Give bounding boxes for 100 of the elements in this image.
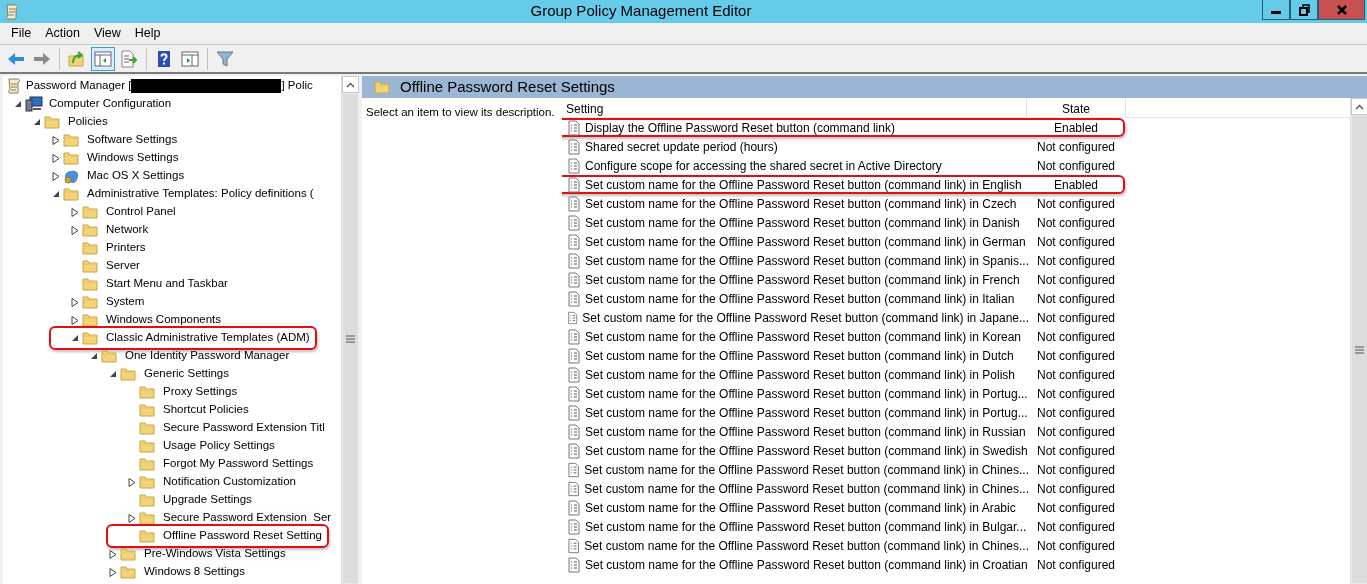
state-text: Not configured	[1035, 271, 1116, 289]
tree-item[interactable]: Password Manager [	[26, 77, 132, 95]
state-text: Not configured	[1035, 385, 1116, 403]
setting-name: Set custom name for the Offline Password Reset button (command link) in Italian	[585, 290, 1015, 308]
setting-name: Set custom name for the Offline Password Reset button (command link) in Russian	[585, 423, 1026, 441]
list-row[interactable]: Set custom name for the Offline Password Reset button (command link) in Chines... Not configured	[562, 479, 1125, 498]
tree-item[interactable]: Shortcut Policies	[160, 400, 252, 420]
list-row[interactable]: Set custom name for the Offline Password Reset button (command link) in Swedish Not configured	[562, 441, 1125, 460]
state-text: Enabled	[1052, 119, 1099, 137]
pane-title: Offline Password Reset Settings	[400, 76, 615, 97]
tree-item[interactable]: Windows Components	[103, 310, 225, 330]
tree-item[interactable]: Secure Password Extension Titl	[160, 418, 328, 438]
tree-item[interactable]: Computer Configuration	[46, 94, 175, 114]
setting-name: Set custom name for the Offline Password Reset button (command link) in Croatian	[585, 556, 1028, 574]
list-row[interactable]: Set custom name for the Offline Password Reset button (command link) in French Not configured	[562, 270, 1125, 289]
state-text: Not configured	[1035, 309, 1116, 327]
list-row[interactable]: Set custom name for the Offline Password Reset button (command link) in Portug... Not configured	[562, 384, 1125, 403]
state-text: Not configured	[1035, 499, 1116, 517]
list-row[interactable]: Set custom name for the Offline Password Reset button (command link) in German Not configured	[562, 232, 1125, 251]
state-text: Enabled	[1052, 176, 1099, 194]
setting-name: Set custom name for the Offline Password Reset button (command link) in Arabic	[585, 499, 1016, 517]
tree-item[interactable]: Control Panel	[103, 202, 179, 222]
state-text: Not configured	[1035, 252, 1116, 270]
setting-name: Set custom name for the Offline Password Reset button (command link) in English	[585, 176, 1022, 194]
menu-item[interactable]: File	[4, 24, 39, 43]
list-row[interactable]: Set custom name for the Offline Password Reset button (command link) in Korean Not configured	[562, 327, 1125, 346]
list-row[interactable]: Display the Offline Password Reset button (command link) Enabled	[562, 118, 1125, 137]
list-row[interactable]: Set custom name for the Offline Password Reset button (command link) in Arabic Not configured	[562, 498, 1125, 517]
list-row[interactable]: Set custom name for the Offline Password Reset button (command link) in Chines... Not configured	[562, 460, 1125, 479]
list-row[interactable]: Set custom name for the Offline Password Reset button (command link) in Italian Not configured	[562, 289, 1125, 308]
tree-item[interactable]: Usage Policy Settings	[160, 436, 278, 456]
tree-item[interactable]: Generic Settings	[141, 364, 232, 384]
menu-item[interactable]: Help	[127, 24, 168, 43]
list-row[interactable]: Shared secret update period (hours) Not configured	[562, 137, 1125, 156]
state-text: Not configured	[1035, 423, 1116, 441]
list-row[interactable]: Set custom name for the Offline Password Reset button (command link) in Polish Not configured	[562, 365, 1125, 384]
setting-name: Set custom name for the Offline Password Reset button (command link) in Chines...	[584, 480, 1029, 498]
setting-name: Set custom name for the Offline Password Reset button (command link) in Portug...	[585, 404, 1028, 422]
list-row[interactable]: Set custom name for the Offline Password Reset button (command link) in Dutch Not configured	[562, 346, 1125, 365]
list-row[interactable]: Set custom name for the Offline Password Reset button (command link) in Chines... Not configured	[562, 536, 1125, 555]
tree-item[interactable]: Offline Password Reset Setting	[160, 526, 325, 546]
tree-item[interactable]: Network	[103, 220, 152, 240]
tree-item[interactable]: Mac OS X Settings	[84, 166, 188, 186]
setting-name: Set custom name for the Offline Password Reset button (command link) in Chines...	[584, 537, 1029, 555]
setting-name: Configure scope for accessing the shared secret in Active Directory	[585, 157, 942, 175]
tree-item[interactable]: Forgot My Password Settings	[160, 454, 317, 474]
setting-name: Set custom name for the Offline Password Reset button (command link) in Swedish	[585, 442, 1028, 460]
tree-item[interactable]: Server	[103, 256, 143, 276]
state-text: Not configured	[1035, 157, 1116, 175]
tree-item[interactable]: Start Menu and Taskbar	[103, 274, 231, 294]
list-row[interactable]: Configure scope for accessing the shared secret in Active Directory Not configured	[562, 156, 1125, 175]
list-row[interactable]: Set custom name for the Offline Password Reset button (command link) in Russian Not configured	[562, 422, 1125, 441]
state-text: Not configured	[1035, 233, 1116, 251]
state-text: Not configured	[1035, 461, 1116, 479]
column-header[interactable]: Setting	[562, 98, 1027, 117]
list-row[interactable]: Set custom name for the Offline Password Reset button (command link) in Danish Not configured	[562, 213, 1125, 232]
column-header[interactable]: State	[1027, 98, 1126, 117]
tree-item[interactable]: One Identity Password Manager	[122, 346, 293, 366]
state-text: Not configured	[1035, 328, 1116, 346]
setting-name: Set custom name for the Offline Password Reset button (command link) in Danish	[585, 214, 1020, 232]
state-text: Not configured	[1035, 195, 1116, 213]
tree-item[interactable]: Pre-Windows Vista Settings	[141, 544, 289, 564]
tree-item[interactable]: Policies	[65, 112, 111, 132]
tree-item[interactable]: Notification Customization	[160, 472, 299, 492]
state-text: Not configured	[1035, 480, 1116, 498]
setting-name: Set custom name for the Offline Password Reset button (command link) in Bulgar...	[585, 518, 1027, 536]
list-row[interactable]: Set custom name for the Offline Password Reset button (command link) in Bulgar... Not configured	[562, 517, 1125, 536]
tree-item[interactable]: Proxy Settings	[160, 382, 241, 402]
tree-item[interactable]: System	[103, 292, 148, 312]
tree-item[interactable]: Upgrade Settings	[160, 490, 255, 510]
state-text: Not configured	[1035, 347, 1116, 365]
description-text: Select an item to view its description.	[365, 105, 556, 120]
list-row[interactable]: Set custom name for the Offline Password Reset button (command link) in Japane... Not configured	[562, 308, 1125, 327]
tree-item[interactable]: Software Settings	[84, 130, 181, 150]
tree-item[interactable]: Windows 8 Settings	[141, 562, 248, 582]
setting-name: Set custom name for the Offline Password Reset button (command link) in German	[585, 233, 1026, 251]
state-text: Not configured	[1035, 556, 1116, 574]
setting-name: Set custom name for the Offline Password Reset button (command link) in Portug...	[585, 385, 1028, 403]
tree-item[interactable]: Printers	[103, 238, 149, 258]
list-row[interactable]: Set custom name for the Offline Password Reset button (command link) in English Enabled	[562, 175, 1125, 194]
tree-item[interactable]: Secure Password Extension Ser	[160, 508, 335, 528]
list-row[interactable]: Set custom name for the Offline Password Reset button (command link) in Czech Not configured	[562, 194, 1125, 213]
tree-item[interactable]: ] Polic	[281, 77, 313, 95]
list-row[interactable]: Set custom name for the Offline Password Reset button (command link) in Portug... Not configured	[562, 403, 1125, 422]
setting-name: Set custom name for the Offline Password Reset button (command link) in Czech	[585, 195, 1017, 213]
state-text: Not configured	[1035, 366, 1116, 384]
state-text: Not configured	[1035, 404, 1116, 422]
tree-item[interactable]: Windows Settings	[84, 148, 182, 168]
state-text: Not configured	[1035, 537, 1116, 555]
setting-name: Shared secret update period (hours)	[585, 138, 778, 156]
tree-item[interactable]: Classic Administrative Templates (ADM)	[103, 328, 313, 348]
tree-item[interactable]: Administrative Templates: Policy definitions (	[84, 184, 317, 204]
window-title: Group Policy Management Editor	[529, 1, 753, 22]
menu-item[interactable]: View	[86, 24, 128, 43]
setting-name: Display the Offline Password Reset button (command link)	[585, 119, 895, 137]
list-row[interactable]: Set custom name for the Offline Password Reset button (command link) in Croatian Not configured	[562, 555, 1125, 574]
setting-name: Set custom name for the Offline Password Reset button (command link) in Polish	[585, 366, 1015, 384]
setting-name: Set custom name for the Offline Password Reset button (command link) in Korean	[585, 328, 1021, 346]
list-row[interactable]: Set custom name for the Offline Password Reset button (command link) in Spanis... Not configured	[562, 251, 1125, 270]
menu-item[interactable]: Action	[38, 24, 87, 43]
